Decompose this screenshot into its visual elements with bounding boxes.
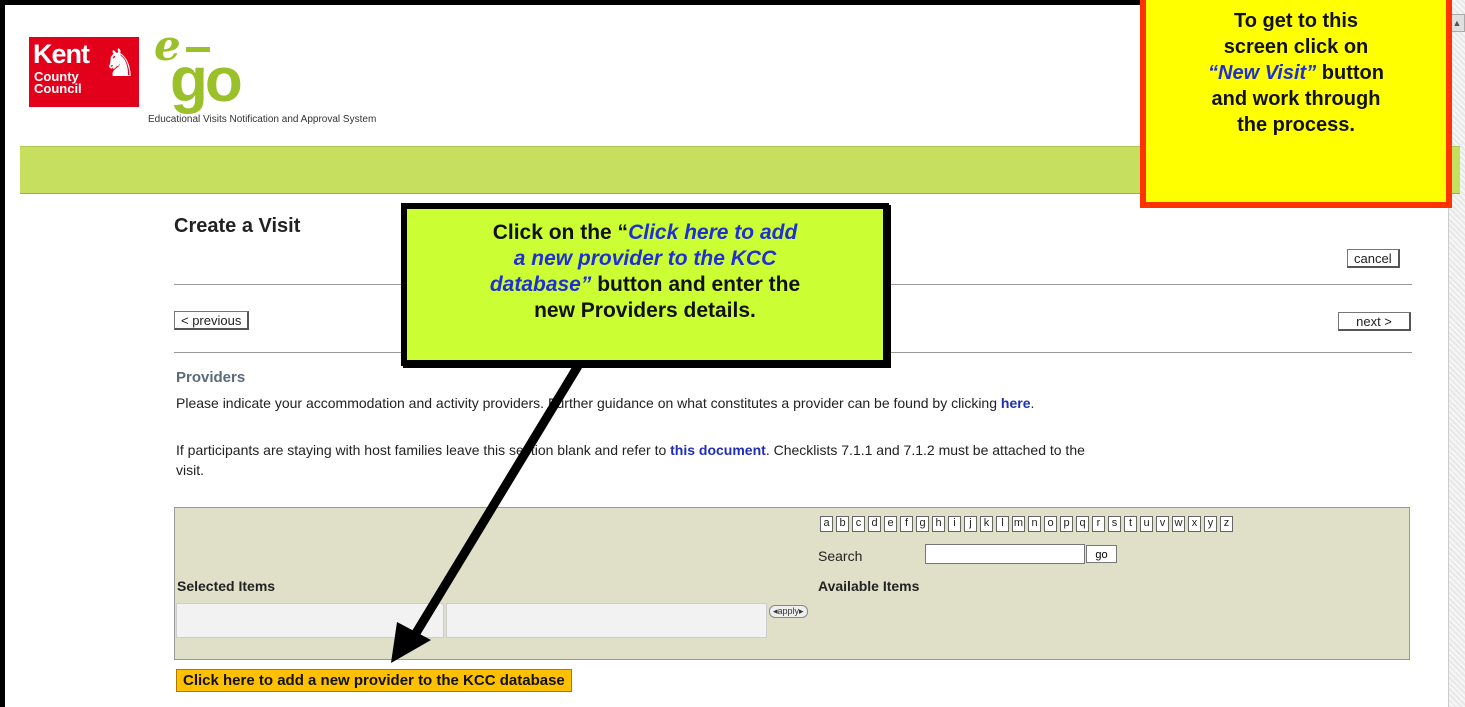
arrow-pointer-icon — [391, 363, 582, 663]
